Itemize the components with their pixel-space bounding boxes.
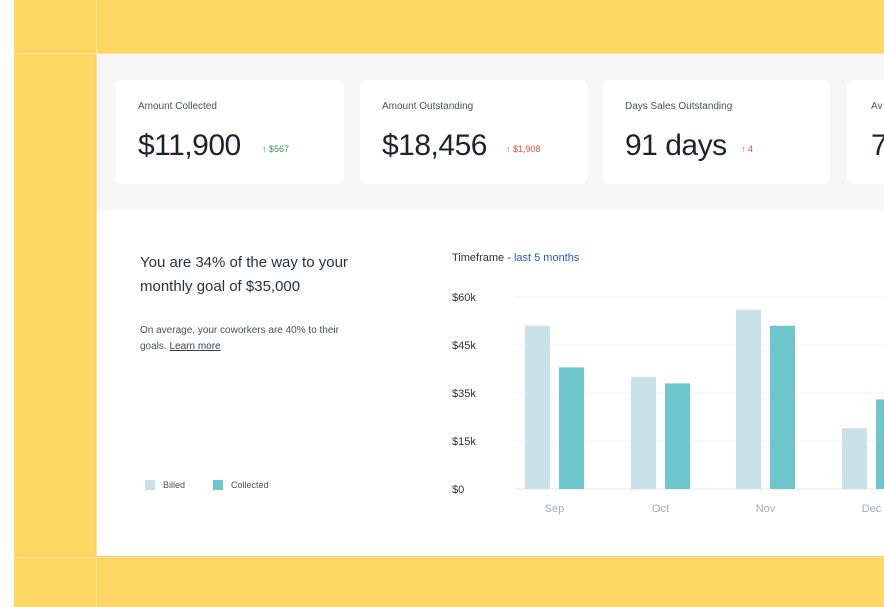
bar-collected-sep[interactable] bbox=[559, 367, 584, 489]
legend-item-collected: Collected bbox=[213, 480, 269, 490]
stat-card-partial[interactable]: Av 7 bbox=[847, 80, 884, 184]
y-tick-label: $15k bbox=[452, 436, 476, 448]
legend-swatch-billed bbox=[145, 480, 155, 490]
x-tick-label: Oct bbox=[652, 503, 669, 515]
stat-value: 91 days bbox=[625, 129, 727, 162]
x-tick-label: Nov bbox=[756, 503, 776, 515]
bar-chart: $60k $45k $35k $15k $0 Sep Oct Nov Dec bbox=[452, 292, 884, 515]
stat-value: 7 bbox=[871, 129, 884, 162]
learn-more-link[interactable]: Learn more bbox=[169, 341, 220, 352]
legend-swatch-collected bbox=[213, 480, 223, 490]
stat-delta: ↑ $1,908 bbox=[506, 144, 541, 154]
stat-label: Days Sales Outstanding bbox=[625, 101, 733, 112]
bar-billed-nov[interactable] bbox=[736, 309, 761, 489]
guide-line bbox=[14, 557, 884, 558]
chart-x-axis: Sep Oct Nov Dec bbox=[545, 503, 882, 515]
bar-collected-nov[interactable] bbox=[770, 325, 795, 489]
bar-billed-oct[interactable] bbox=[631, 377, 656, 489]
coworker-note: On average, your coworkers are 40% to th… bbox=[140, 323, 360, 355]
stat-value: $18,456 bbox=[382, 129, 487, 162]
dashboard-panel: Amount Collected $11,900 ↑ $567 Amount O… bbox=[97, 54, 884, 556]
legend-item-billed: Billed bbox=[145, 480, 185, 490]
stat-value: $11,900 bbox=[138, 129, 241, 162]
timeframe-value[interactable]: last 5 months bbox=[514, 252, 579, 264]
stats-band: Amount Collected $11,900 ↑ $567 Amount O… bbox=[97, 54, 884, 210]
y-tick-label: $0 bbox=[452, 484, 464, 496]
goal-headline: You are 34% of the way to your monthly g… bbox=[140, 254, 348, 295]
stat-label: Av bbox=[871, 101, 883, 112]
bar-billed-dec[interactable] bbox=[842, 428, 867, 489]
y-tick-label: $35k bbox=[452, 388, 476, 400]
stat-label: Amount Outstanding bbox=[382, 101, 474, 112]
stat-label: Amount Collected bbox=[138, 101, 217, 112]
stat-card-amount-collected[interactable]: Amount Collected $11,900 ↑ $567 bbox=[116, 80, 344, 184]
legend-label: Billed bbox=[163, 480, 186, 490]
stat-delta: ↑ 4 bbox=[741, 144, 754, 154]
bar-billed-sep[interactable] bbox=[525, 325, 550, 489]
bar-collected-dec[interactable] bbox=[876, 399, 884, 489]
x-tick-label: Sep bbox=[545, 503, 565, 515]
x-tick-label: Dec bbox=[862, 503, 882, 515]
stat-card-days-sales-outstanding[interactable]: Days Sales Outstanding 91 days ↑ 4 bbox=[603, 80, 830, 184]
bar-collected-oct[interactable] bbox=[665, 383, 690, 489]
stat-delta: ↑ $567 bbox=[262, 144, 290, 154]
y-tick-label: $60k bbox=[452, 292, 476, 304]
chart-y-axis: $60k $45k $35k $15k $0 bbox=[452, 292, 476, 496]
timeframe-label: Timeframe - bbox=[452, 252, 511, 264]
legend-label: Collected bbox=[231, 480, 269, 490]
y-tick-label: $45k bbox=[452, 340, 476, 352]
timeframe-selector[interactable]: Timeframe - last 5 months bbox=[452, 252, 579, 264]
chart-bars bbox=[525, 309, 884, 489]
stat-card-amount-outstanding[interactable]: Amount Outstanding $18,456 ↑ $1,908 bbox=[360, 80, 587, 184]
